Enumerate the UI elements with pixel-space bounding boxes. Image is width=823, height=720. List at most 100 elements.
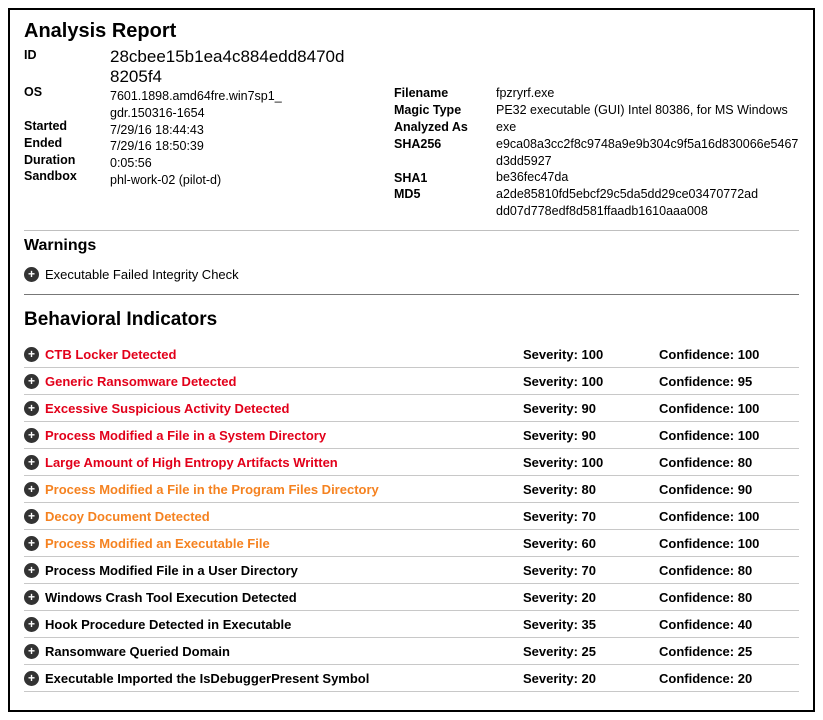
- label-os: OS: [24, 84, 96, 101]
- indicator-name: Process Modified a File in a System Dire…: [45, 428, 517, 443]
- value-ended: 7/29/16 18:50:39: [110, 138, 394, 155]
- indicator-severity: Severity: 35: [523, 617, 653, 632]
- indicator-confidence: Confidence: 95: [659, 374, 799, 389]
- value-md5: dd07d778edf8d581ffaadb1610aaa008: [496, 203, 799, 220]
- indicator-name: Executable Imported the IsDebuggerPresen…: [45, 671, 517, 686]
- expand-icon[interactable]: [24, 644, 39, 659]
- indicator-row[interactable]: Decoy Document DetectedSeverity: 70Confi…: [24, 503, 799, 530]
- indicator-name: Process Modified a File in the Program F…: [45, 482, 517, 497]
- label-ended: Ended: [24, 135, 96, 152]
- label-magic: Magic Type: [394, 102, 482, 119]
- indicator-row[interactable]: CTB Locker Detected Severity: 100 Confiden…: [24, 341, 799, 368]
- value-sha256-line2: be36fec47da: [496, 169, 799, 186]
- indicator-name: Decoy Document Detected: [45, 509, 517, 524]
- page-title: Analysis Report: [24, 20, 799, 43]
- value-id-line2: 8205f4: [110, 67, 394, 87]
- label-id: ID: [24, 47, 96, 64]
- indicator-confidence: Confidence: 100: [659, 428, 799, 443]
- expand-icon[interactable]: [24, 671, 39, 686]
- indicator-confidence: Confidence: 40: [659, 617, 799, 632]
- indicator-row[interactable]: Process Modified a File in a System Dire…: [24, 422, 799, 449]
- indicator-confidence: Confidence: 100: [659, 509, 799, 524]
- value-magic: PE32 executable (GUI) Intel 80386, for M…: [496, 102, 799, 119]
- behavioral-heading: Behavioral Indicators: [24, 309, 799, 331]
- indicator-name: CTB Locker Detected: [45, 347, 517, 362]
- value-sha1: a2de85810fd5ebcf29c5da5dd29ce03470772ad: [496, 186, 799, 203]
- label-filename: Filename: [394, 85, 482, 102]
- indicator-severity: Severity: 100: [523, 347, 653, 362]
- warning-text: Executable Failed Integrity Check: [45, 267, 239, 282]
- indicator-row[interactable]: Generic Ransomware DetectedSeverity: 100…: [24, 368, 799, 395]
- indicator-severity: Severity: 100: [523, 455, 653, 470]
- expand-icon[interactable]: [24, 267, 39, 282]
- indicator-row[interactable]: Large Amount of High Entropy Artifacts W…: [24, 449, 799, 476]
- warnings-list: Executable Failed Integrity Check: [24, 263, 799, 286]
- indicator-severity: Severity: 80: [523, 482, 653, 497]
- indicator-severity: Severity: 20: [523, 671, 653, 686]
- expand-icon[interactable]: [24, 563, 39, 578]
- expand-icon[interactable]: [24, 509, 39, 524]
- indicator-confidence: Confidence: 90: [659, 482, 799, 497]
- indicator-name: Hook Procedure Detected in Executable: [45, 617, 517, 632]
- expand-icon[interactable]: [24, 536, 39, 551]
- indicator-confidence: Confidence: 20: [659, 671, 799, 686]
- divider: [24, 230, 799, 231]
- indicator-name: Process Modified an Executable File: [45, 536, 517, 551]
- label-analyzed: Analyzed As: [394, 119, 482, 136]
- warnings-heading: Warnings: [24, 237, 799, 255]
- indicator-confidence: Confidence: 100: [659, 536, 799, 551]
- label-duration: Duration: [24, 152, 96, 169]
- value-os-line2: gdr.150316-1654: [110, 105, 394, 122]
- indicator-row[interactable]: Windows Crash Tool Execution Detected Sev…: [24, 584, 799, 611]
- value-sandbox: phl-work-02 (pilot-d): [110, 172, 394, 189]
- expand-icon[interactable]: [24, 374, 39, 389]
- divider: [24, 294, 799, 295]
- value-sha256-line1: e9ca08a3cc2f8c9748a9e9b304c9f5a16d830066…: [496, 136, 799, 170]
- indicator-severity: Severity: 70: [523, 563, 653, 578]
- indicator-row[interactable]: Ransomware Queried Domain Severity: 25 Con…: [24, 638, 799, 665]
- indicator-confidence: Confidence: 80: [659, 563, 799, 578]
- expand-icon[interactable]: [24, 590, 39, 605]
- value-analyzed: exe: [496, 119, 799, 136]
- label-started: Started: [24, 118, 96, 135]
- indicators-list: CTB Locker Detected Severity: 100 Confiden…: [24, 341, 799, 692]
- indicator-severity: Severity: 90: [523, 428, 653, 443]
- indicator-severity: Severity: 25: [523, 644, 653, 659]
- label-sha256: SHA256: [394, 136, 482, 153]
- indicator-name: Generic Ransomware Detected: [45, 374, 517, 389]
- indicator-severity: Severity: 60: [523, 536, 653, 551]
- indicator-severity: Severity: 20: [523, 590, 653, 605]
- indicator-name: Process Modified File in a User Director…: [45, 563, 517, 578]
- indicator-row[interactable]: Process Modified an Executable File Sever…: [24, 530, 799, 557]
- label-sha1: SHA1: [394, 170, 482, 187]
- warning-row[interactable]: Executable Failed Integrity Check: [24, 263, 799, 286]
- label-md5: MD5: [394, 186, 482, 203]
- expand-icon[interactable]: [24, 428, 39, 443]
- analysis-report: Analysis Report ID OS Started Ended Dura…: [8, 8, 815, 712]
- label-sandbox: Sandbox: [24, 168, 96, 185]
- expand-icon[interactable]: [24, 482, 39, 497]
- indicator-confidence: Confidence: 100: [659, 401, 799, 416]
- value-started: 7/29/16 18:44:43: [110, 122, 394, 139]
- value-duration: 0:05:56: [110, 155, 394, 172]
- indicator-confidence: Confidence: 80: [659, 455, 799, 470]
- expand-icon[interactable]: [24, 455, 39, 470]
- indicator-name: Large Amount of High Entropy Artifacts W…: [45, 455, 517, 470]
- indicator-confidence: Confidence: 100: [659, 347, 799, 362]
- indicator-confidence: Confidence: 25: [659, 644, 799, 659]
- indicator-row[interactable]: Executable Imported the IsDebuggerPresen…: [24, 665, 799, 692]
- expand-icon[interactable]: [24, 401, 39, 416]
- expand-icon[interactable]: [24, 347, 39, 362]
- indicator-row[interactable]: Process Modified File in a User Director…: [24, 557, 799, 584]
- value-id-line1: 28cbee15b1ea4c884edd8470d: [110, 47, 394, 67]
- indicator-confidence: Confidence: 80: [659, 590, 799, 605]
- value-filename: fpzryrf.exe: [496, 85, 799, 102]
- value-os-line1: 7601.1898.amd64fre.win7sp1_: [110, 88, 394, 105]
- indicator-name: Ransomware Queried Domain: [45, 644, 517, 659]
- indicator-row[interactable]: Hook Procedure Detected in Executable Sev…: [24, 611, 799, 638]
- indicator-row[interactable]: Excessive Suspicious Activity DetectedSe…: [24, 395, 799, 422]
- indicator-name: Windows Crash Tool Execution Detected: [45, 590, 517, 605]
- indicator-severity: Severity: 90: [523, 401, 653, 416]
- expand-icon[interactable]: [24, 617, 39, 632]
- indicator-row[interactable]: Process Modified a File in the Program F…: [24, 476, 799, 503]
